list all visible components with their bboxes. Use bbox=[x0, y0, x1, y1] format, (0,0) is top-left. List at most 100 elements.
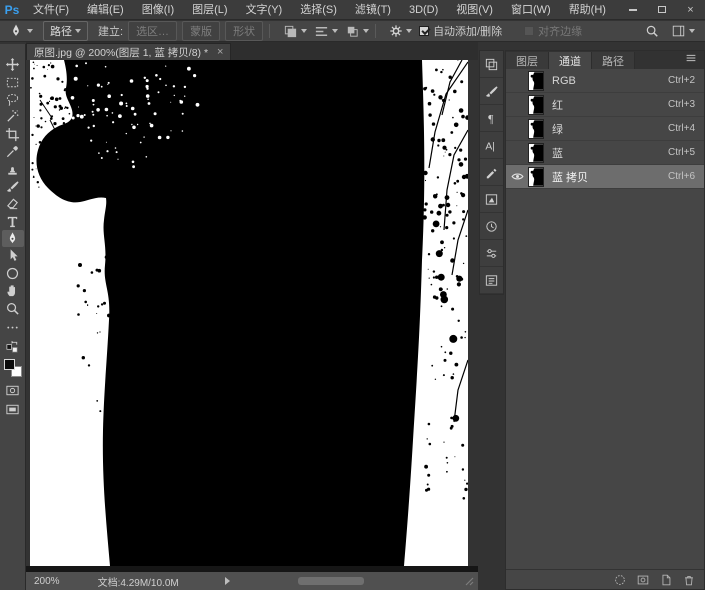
dock-panel-brush-settings[interactable] bbox=[480, 78, 503, 105]
swap-colors-button[interactable] bbox=[2, 338, 24, 355]
dock-panel-character[interactable]: A| bbox=[480, 132, 503, 159]
clone-stamp-tool[interactable] bbox=[2, 160, 24, 177]
make-button-1[interactable]: 选区… bbox=[128, 21, 177, 41]
screen-mode-button[interactable] bbox=[2, 401, 24, 418]
channel-row-绿[interactable]: 绿Ctrl+4 bbox=[506, 117, 704, 141]
make-button-3[interactable]: 形状 bbox=[225, 21, 263, 41]
channel-name: RGB bbox=[552, 75, 668, 87]
eraser-tool[interactable] bbox=[2, 195, 24, 212]
pen-tool-icon bbox=[8, 23, 24, 39]
type-icon bbox=[5, 214, 20, 229]
dock-panel-navigator[interactable] bbox=[480, 186, 503, 213]
menu-item-8[interactable]: 3D(D) bbox=[400, 0, 447, 20]
menu-item-9[interactable]: 视图(V) bbox=[447, 0, 502, 20]
dock-panel-layer-comps[interactable] bbox=[480, 267, 503, 294]
panel-tab-通道[interactable]: 通道 bbox=[549, 52, 592, 69]
align-edges-label: 对齐边缘 bbox=[538, 23, 582, 39]
horizontal-scrollbar[interactable] bbox=[298, 577, 364, 585]
foreground-background-colors[interactable] bbox=[4, 359, 22, 377]
document-canvas[interactable] bbox=[30, 60, 468, 566]
brush-icon bbox=[5, 179, 20, 194]
zoom-tool[interactable] bbox=[2, 299, 24, 316]
new-channel-button[interactable] bbox=[659, 573, 673, 587]
timeline-icon bbox=[484, 219, 499, 234]
quick-mask-button[interactable] bbox=[2, 382, 24, 399]
channel-thumbnail bbox=[528, 119, 544, 139]
search-icon[interactable] bbox=[645, 24, 659, 38]
status-flyout-arrow-icon[interactable] bbox=[225, 577, 230, 585]
more-tools-button[interactable] bbox=[2, 319, 24, 336]
channel-row-RGB[interactable]: RGBCtrl+2 bbox=[506, 69, 704, 93]
screen-mode-icon bbox=[5, 402, 20, 417]
load-selection-button[interactable] bbox=[613, 573, 627, 587]
dock-panel-clone-source[interactable] bbox=[480, 51, 503, 78]
panel-tab-路径[interactable]: 路径 bbox=[592, 52, 635, 69]
make-button-2[interactable]: 蒙版 bbox=[182, 21, 220, 41]
channel-row-蓝 拷贝[interactable]: 蓝 拷贝Ctrl+6 bbox=[506, 165, 704, 189]
menu-item-11[interactable]: 帮助(H) bbox=[560, 0, 615, 20]
move-tool[interactable] bbox=[2, 56, 24, 73]
path-operations-button[interactable] bbox=[283, 24, 307, 39]
clone-source-icon bbox=[484, 57, 499, 72]
channel-name: 绿 bbox=[552, 121, 668, 137]
panel-empty-area bbox=[506, 189, 704, 569]
document-tab-title: 原图.jpg @ 200%(图层 1, 蓝 拷贝/8) * bbox=[34, 45, 208, 60]
menu-item-3[interactable]: 图像(I) bbox=[133, 0, 183, 20]
menu-item-7[interactable]: 滤镜(T) bbox=[346, 0, 400, 20]
menu-item-4[interactable]: 图层(L) bbox=[183, 0, 236, 20]
minimize-button[interactable] bbox=[618, 0, 647, 19]
dock-panel-brush-presets[interactable] bbox=[480, 159, 503, 186]
dock-panel-timeline[interactable] bbox=[480, 213, 503, 240]
lasso-tool[interactable] bbox=[2, 91, 24, 108]
tool-preset-picker[interactable] bbox=[0, 21, 37, 41]
menu-item-2[interactable]: 编辑(E) bbox=[78, 0, 133, 20]
close-button[interactable]: × bbox=[676, 0, 705, 19]
pen-tool[interactable] bbox=[2, 230, 24, 247]
hand-tool[interactable] bbox=[2, 282, 24, 299]
foreground-color-swatch[interactable] bbox=[4, 359, 15, 370]
auto-add-delete-checkbox[interactable]: 自动添加/删除 bbox=[419, 23, 502, 39]
menu-item-6[interactable]: 选择(S) bbox=[291, 0, 346, 20]
channel-thumbnail bbox=[528, 95, 544, 115]
panel-tab-图层[interactable]: 图层 bbox=[506, 52, 549, 69]
save-selection-as-channel-button[interactable] bbox=[636, 573, 650, 587]
navigator-icon bbox=[484, 192, 499, 207]
tool-mode-select[interactable]: 路径 bbox=[43, 21, 88, 41]
channel-row-红[interactable]: 红Ctrl+3 bbox=[506, 93, 704, 117]
path-alignment-button[interactable] bbox=[314, 24, 338, 39]
chevron-down-icon bbox=[301, 29, 307, 33]
workspace-switcher-button[interactable] bbox=[671, 24, 695, 38]
type-tool[interactable] bbox=[2, 213, 24, 230]
eyedropper-tool[interactable] bbox=[2, 143, 24, 160]
channel-row-蓝[interactable]: 蓝Ctrl+5 bbox=[506, 141, 704, 165]
maximize-button[interactable] bbox=[647, 0, 676, 19]
delete-channel-button[interactable] bbox=[682, 573, 696, 587]
brush-tool[interactable] bbox=[2, 178, 24, 195]
move-icon bbox=[5, 57, 20, 72]
dock-panel-adjustments[interactable] bbox=[480, 240, 503, 267]
pen-options-gear-button[interactable] bbox=[389, 24, 412, 38]
channel-name: 红 bbox=[552, 97, 668, 113]
zoom-level-field[interactable]: 200% bbox=[34, 576, 60, 587]
channel-list: RGBCtrl+2红Ctrl+3绿Ctrl+4蓝Ctrl+5蓝 拷贝Ctrl+6 bbox=[506, 69, 704, 189]
magic-wand-tool[interactable] bbox=[2, 108, 24, 125]
panel-menu-button[interactable] bbox=[684, 51, 704, 69]
menu-item-10[interactable]: 窗口(W) bbox=[502, 0, 560, 20]
shape-tool[interactable] bbox=[2, 265, 24, 282]
visibility-eye-icon[interactable] bbox=[506, 172, 528, 181]
resize-grip-icon[interactable] bbox=[464, 576, 474, 586]
crop-tool[interactable] bbox=[2, 126, 24, 143]
document-tab[interactable]: 原图.jpg @ 200%(图层 1, 蓝 拷贝/8) * × bbox=[26, 43, 231, 60]
tab-close-button[interactable]: × bbox=[217, 46, 223, 58]
menu-item-1[interactable]: 文件(F) bbox=[24, 0, 78, 20]
menu-item-5[interactable]: 文字(Y) bbox=[237, 0, 292, 20]
channel-shortcut: Ctrl+3 bbox=[668, 99, 704, 110]
path-selection-tool[interactable] bbox=[2, 247, 24, 264]
panel-menu-icon bbox=[684, 51, 698, 65]
checkbox-checked-icon bbox=[419, 26, 429, 36]
dock-panel-paragraph[interactable]: ¶ bbox=[480, 105, 503, 132]
align-edges-checkbox[interactable]: 对齐边缘 bbox=[524, 23, 582, 39]
rectangular-marquee-tool[interactable] bbox=[2, 73, 24, 90]
path-arrangement-button[interactable] bbox=[345, 24, 369, 39]
shape-icon bbox=[5, 266, 20, 281]
